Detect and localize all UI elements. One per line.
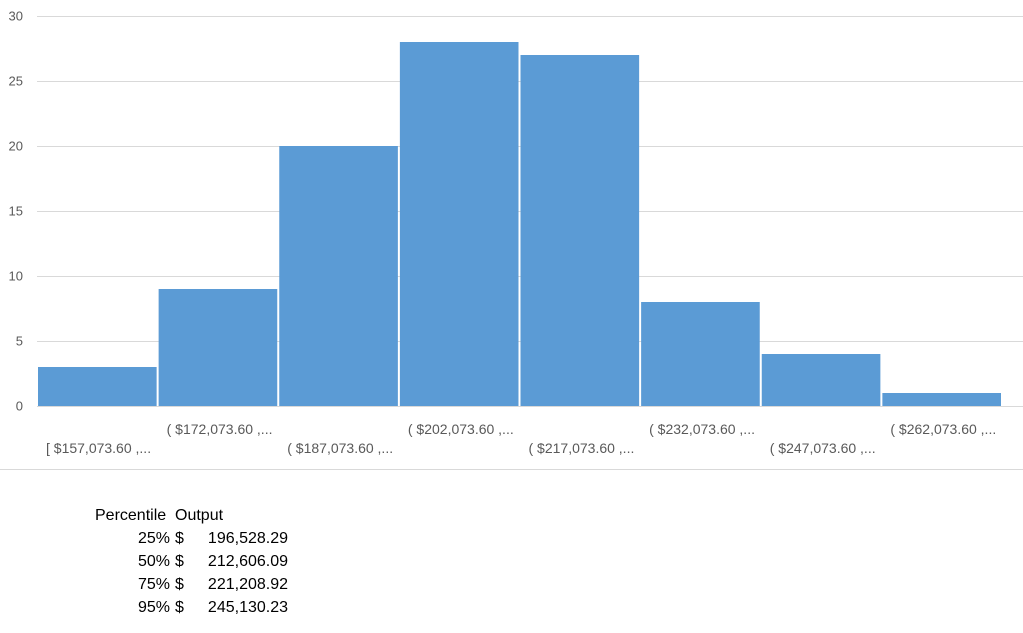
histogram-bar	[882, 393, 1001, 406]
x-tick-label: ( $187,073.60 ,...	[287, 440, 393, 456]
x-axis-tick-labels: [ $157,073.60 ,... ( $172,073.60 ,... ( $1…	[46, 421, 996, 456]
percentile-cell: 25%	[137, 530, 170, 547]
y-tick-label: 25	[9, 74, 23, 89]
y-tick-label: 0	[16, 399, 23, 414]
output-header: Output	[175, 507, 224, 524]
x-tick-label: ( $232,073.60 ,...	[649, 421, 755, 437]
histogram-bar	[399, 42, 519, 406]
x-tick-label: ( $262,073.60 ,...	[890, 421, 996, 437]
currency-cell: $	[175, 599, 184, 616]
y-tick-label: 5	[16, 334, 23, 349]
output-value-cell: 196,528.29	[207, 530, 288, 547]
percentile-cell: 75%	[137, 576, 170, 593]
table-row: 25% $ 196,528.29	[95, 527, 288, 550]
table-row: 75% $ 221,208.92	[95, 573, 288, 596]
histogram-bar	[520, 55, 640, 406]
percentile-table-header: Percentile Output	[95, 504, 288, 527]
currency-cell: $	[175, 530, 184, 547]
output-value-cell: 212,606.09	[207, 553, 288, 570]
table-row: 50% $ 212,606.09	[95, 550, 288, 573]
x-tick-label: ( $172,073.60 ,...	[167, 421, 273, 437]
histogram-bar	[38, 367, 157, 406]
chart-divider	[0, 469, 1023, 470]
output-value-cell: 221,208.92	[207, 576, 288, 593]
y-tick-label: 30	[9, 9, 23, 24]
histogram-chart: 0 5 10 15 20 25 30 [ $157,073.60 ,... ( $172,07…	[9, 9, 1023, 456]
output-value-cell: 245,130.23	[207, 599, 288, 616]
histogram-bar	[641, 302, 760, 406]
histogram-bar	[158, 289, 278, 406]
currency-cell: $	[175, 553, 184, 570]
histogram-bars	[38, 42, 1001, 406]
table-row: 95% $ 245,130.23	[95, 596, 288, 619]
x-tick-label: ( $217,073.60 ,...	[529, 440, 635, 456]
y-axis-tick-labels: 0 5 10 15 20 25 30	[9, 9, 23, 414]
x-tick-label: ( $247,073.60 ,...	[770, 440, 876, 456]
y-tick-label: 20	[9, 139, 23, 154]
percentile-header: Percentile	[95, 507, 167, 524]
percentile-table: Percentile Output 25% $ 196,528.29 50% $…	[95, 504, 288, 619]
percentile-cell: 50%	[137, 553, 170, 570]
currency-cell: $	[175, 576, 184, 593]
x-tick-label: [ $157,073.60 ,...	[46, 440, 151, 456]
y-tick-label: 15	[9, 204, 23, 219]
histogram-bar	[279, 146, 398, 406]
percentile-cell: 95%	[137, 599, 170, 616]
histogram-bar	[761, 354, 881, 406]
x-tick-label: ( $202,073.60 ,...	[408, 421, 514, 437]
y-tick-label: 10	[9, 269, 23, 284]
